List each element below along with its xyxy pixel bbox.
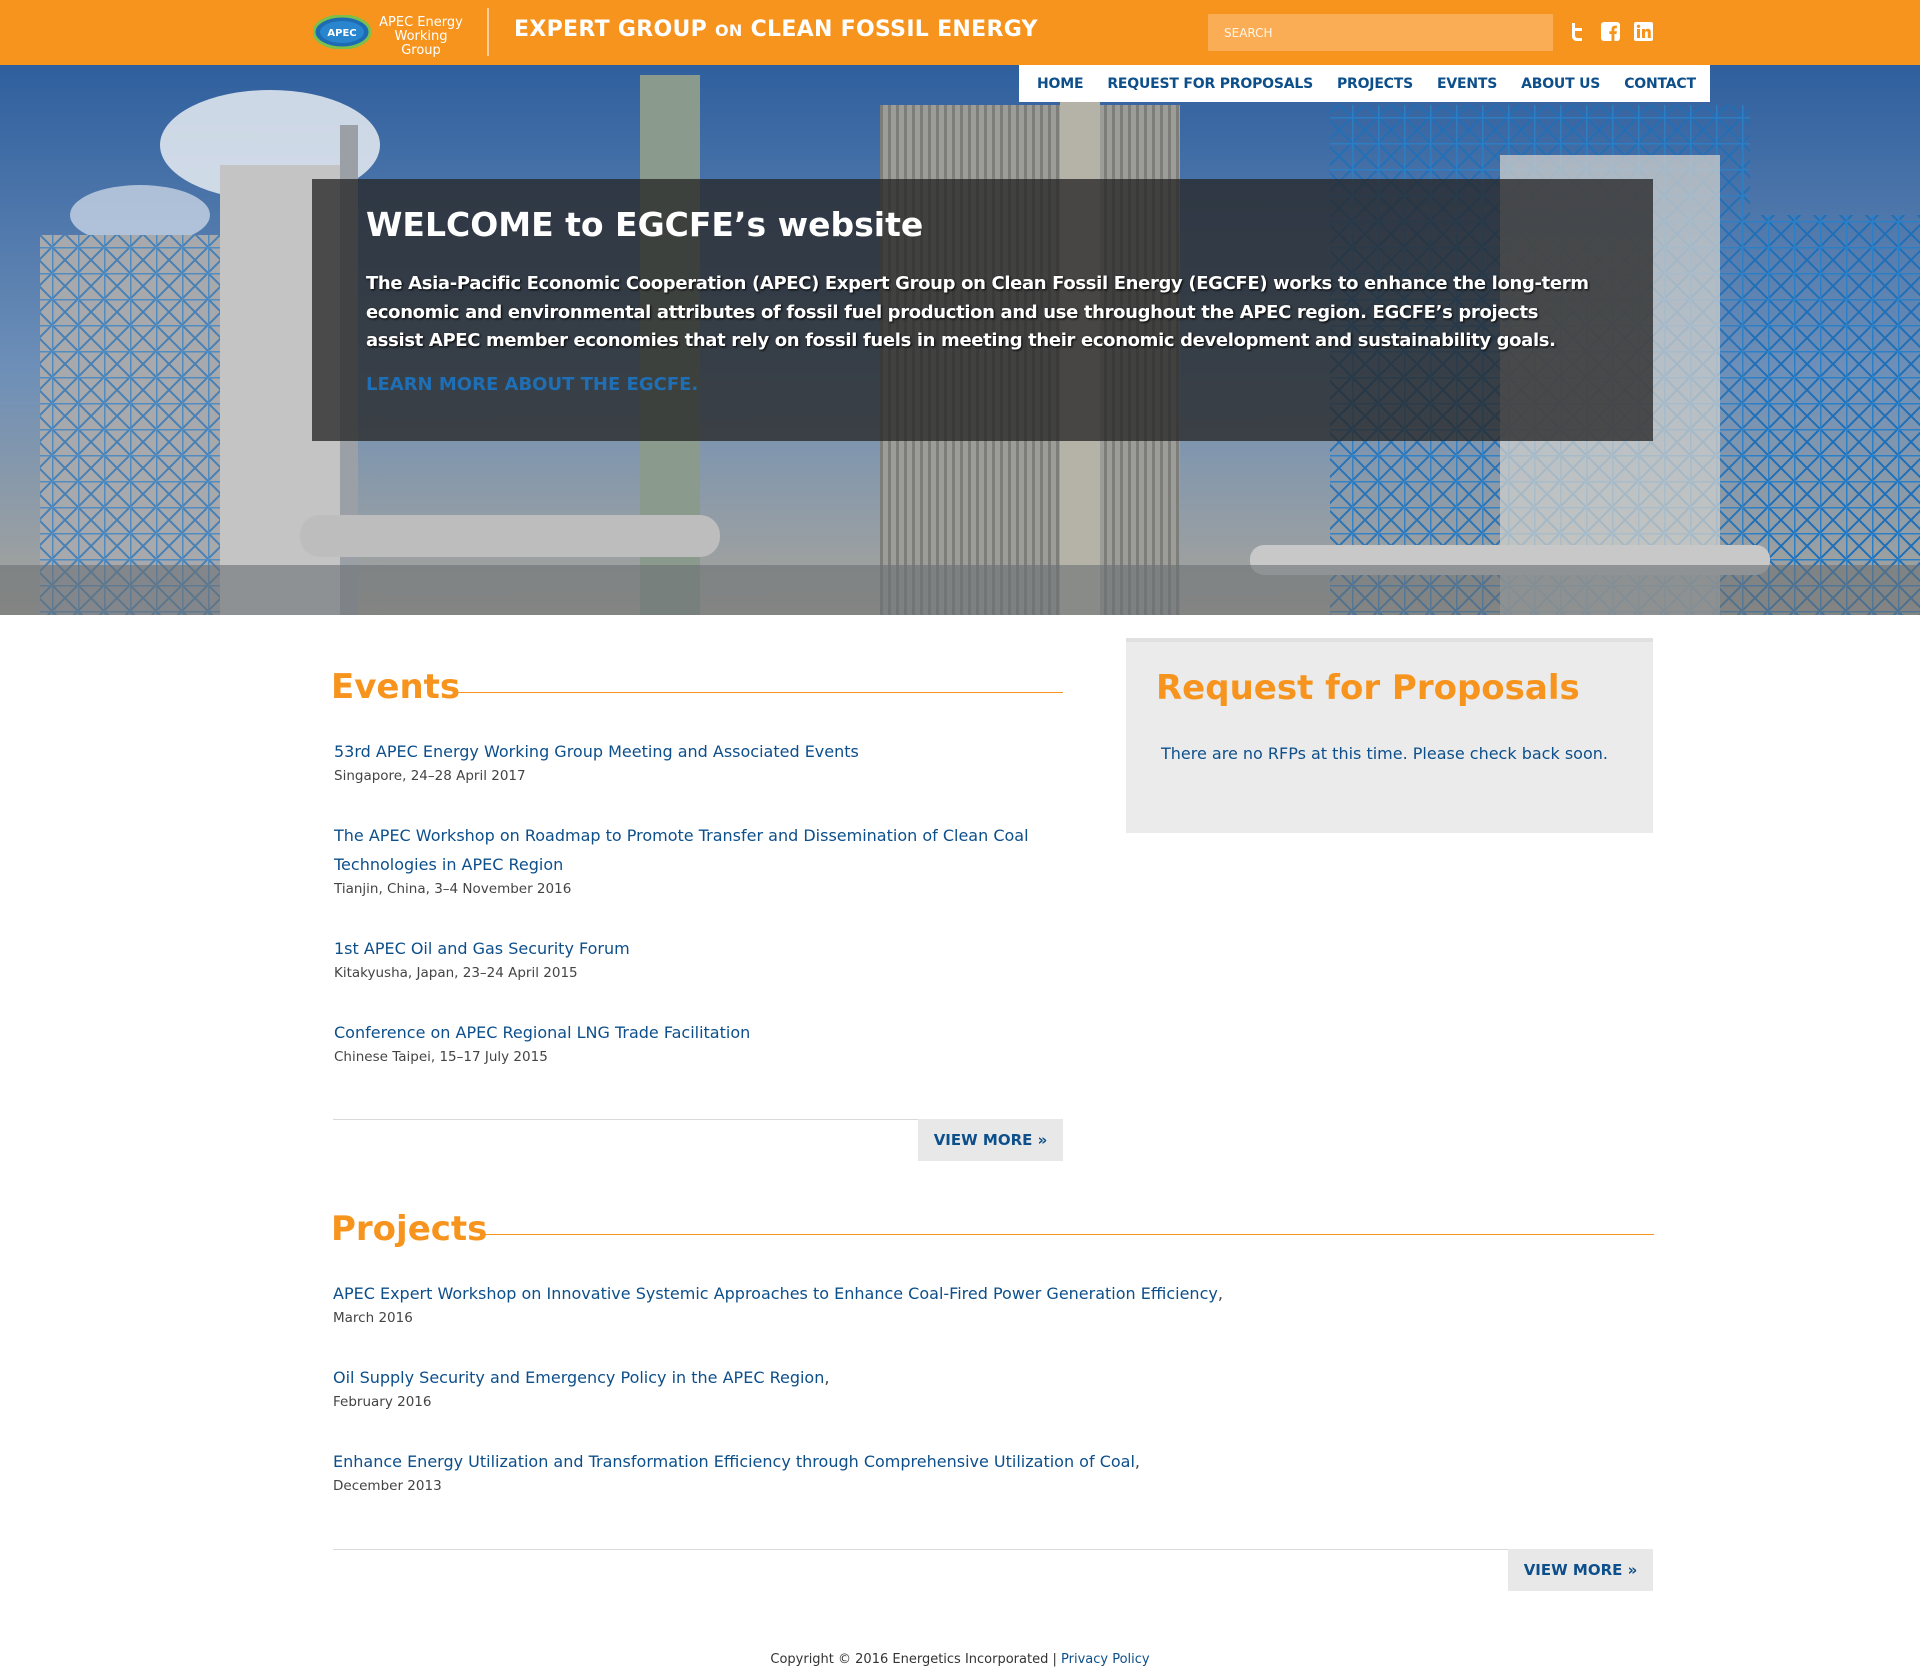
header-divider (487, 8, 489, 56)
nav-home[interactable]: HOME (1037, 76, 1084, 92)
main-navigation: HOME REQUEST FOR PROPOSALS PROJECTS EVEN… (1019, 65, 1710, 102)
project-separator-2: , (824, 1368, 830, 1387)
event-meta-3: Kitakyusha, Japan, 23–24 April 2015 (334, 965, 578, 981)
project-item-1: APEC Expert Workshop on Innovative Syste… (333, 1279, 1223, 1308)
project-link-3[interactable]: Enhance Energy Utilization and Transform… (333, 1452, 1135, 1471)
projects-footer-rule (333, 1549, 1653, 1550)
event-link-3[interactable]: 1st APEC Oil and Gas Security Forum (334, 934, 630, 963)
event-meta-1: Singapore, 24–28 April 2017 (334, 768, 526, 784)
welcome-panel: WELCOME to EGCFE’s website The Asia-Paci… (312, 179, 1653, 441)
project-item-2: Oil Supply Security and Emergency Policy… (333, 1363, 829, 1392)
project-meta-2: February 2016 (333, 1394, 432, 1410)
logo-line-1: APEC Energy (379, 15, 463, 30)
rfp-message: There are no RFPs at this time. Please c… (1161, 744, 1608, 763)
nav-events[interactable]: EVENTS (1437, 76, 1497, 92)
nav-projects[interactable]: PROJECTS (1337, 76, 1413, 92)
logo-line-2: Working Group (394, 29, 448, 58)
project-separator-1: , (1217, 1284, 1223, 1303)
nav-contact[interactable]: CONTACT (1624, 76, 1696, 92)
working-group-name: APEC Energy Working Group (373, 16, 469, 58)
event-link-2-line-1: The APEC Workshop on Roadmap to Promote … (334, 826, 1029, 845)
event-meta-2: Tianjin, China, 3–4 November 2016 (334, 881, 572, 897)
site-title-on: ON (715, 21, 743, 40)
page-footer: Copyright © 2016 Energetics Incorporated… (0, 1652, 1920, 1667)
nav-request-for-proposals[interactable]: REQUEST FOR PROPOSALS (1107, 76, 1313, 92)
project-separator-3: , (1134, 1452, 1140, 1471)
rfp-heading: Request for Proposals (1156, 668, 1580, 708)
welcome-heading: WELCOME to EGCFE’s website (366, 205, 924, 244)
welcome-body: The Asia-Pacific Economic Cooperation (A… (366, 273, 1589, 351)
learn-more-link[interactable]: LEARN MORE ABOUT THE EGCFE. (366, 374, 698, 395)
project-link-1[interactable]: APEC Expert Workshop on Innovative Syste… (333, 1284, 1218, 1303)
twitter-icon[interactable] (1568, 22, 1587, 41)
event-link-2[interactable]: The APEC Workshop on Roadmap to Promote … (334, 821, 1029, 879)
search-input[interactable] (1208, 14, 1553, 51)
project-meta-1: March 2016 (333, 1310, 413, 1326)
event-link-1[interactable]: 53rd APEC Energy Working Group Meeting a… (334, 737, 859, 766)
event-link-4[interactable]: Conference on APEC Regional LNG Trade Fa… (334, 1018, 750, 1047)
projects-heading: Projects (331, 1209, 488, 1249)
rfp-panel: Request for Proposals There are no RFPs … (1126, 638, 1653, 833)
facebook-icon[interactable] (1601, 22, 1620, 41)
apec-logo-icon[interactable]: APEC (313, 15, 371, 49)
privacy-policy-link[interactable]: Privacy Policy (1061, 1652, 1150, 1667)
events-heading-rule (457, 692, 1063, 693)
site-title[interactable]: EXPERT GROUP ON CLEAN FOSSIL ENERGY (514, 17, 1038, 42)
hero-banner: HOME REQUEST FOR PROPOSALS PROJECTS EVEN… (0, 65, 1920, 615)
linkedin-icon[interactable] (1634, 22, 1653, 41)
projects-view-more-button[interactable]: VIEW MORE » (1508, 1549, 1653, 1591)
projects-heading-rule (484, 1234, 1654, 1235)
event-link-2-line-2: Technologies in APEC Region (334, 855, 564, 874)
events-view-more-button[interactable]: VIEW MORE » (918, 1119, 1063, 1161)
project-link-2[interactable]: Oil Supply Security and Emergency Policy… (333, 1368, 824, 1387)
footer-divider: | (1052, 1652, 1057, 1667)
nav-about-us[interactable]: ABOUT US (1521, 76, 1600, 92)
svg-text:APEC: APEC (327, 28, 356, 39)
site-title-part-1: EXPERT GROUP (514, 17, 708, 42)
project-item-3: Enhance Energy Utilization and Transform… (333, 1447, 1140, 1476)
project-meta-3: December 2013 (333, 1478, 442, 1494)
events-heading: Events (331, 667, 461, 707)
copyright-text: Copyright © 2016 Energetics Incorporated (770, 1652, 1049, 1667)
event-meta-4: Chinese Taipei, 15–17 July 2015 (334, 1049, 548, 1065)
site-title-part-2: CLEAN FOSSIL ENERGY (750, 17, 1038, 42)
top-header-bar: APEC APEC Energy Working Group EXPERT GR… (0, 0, 1920, 65)
